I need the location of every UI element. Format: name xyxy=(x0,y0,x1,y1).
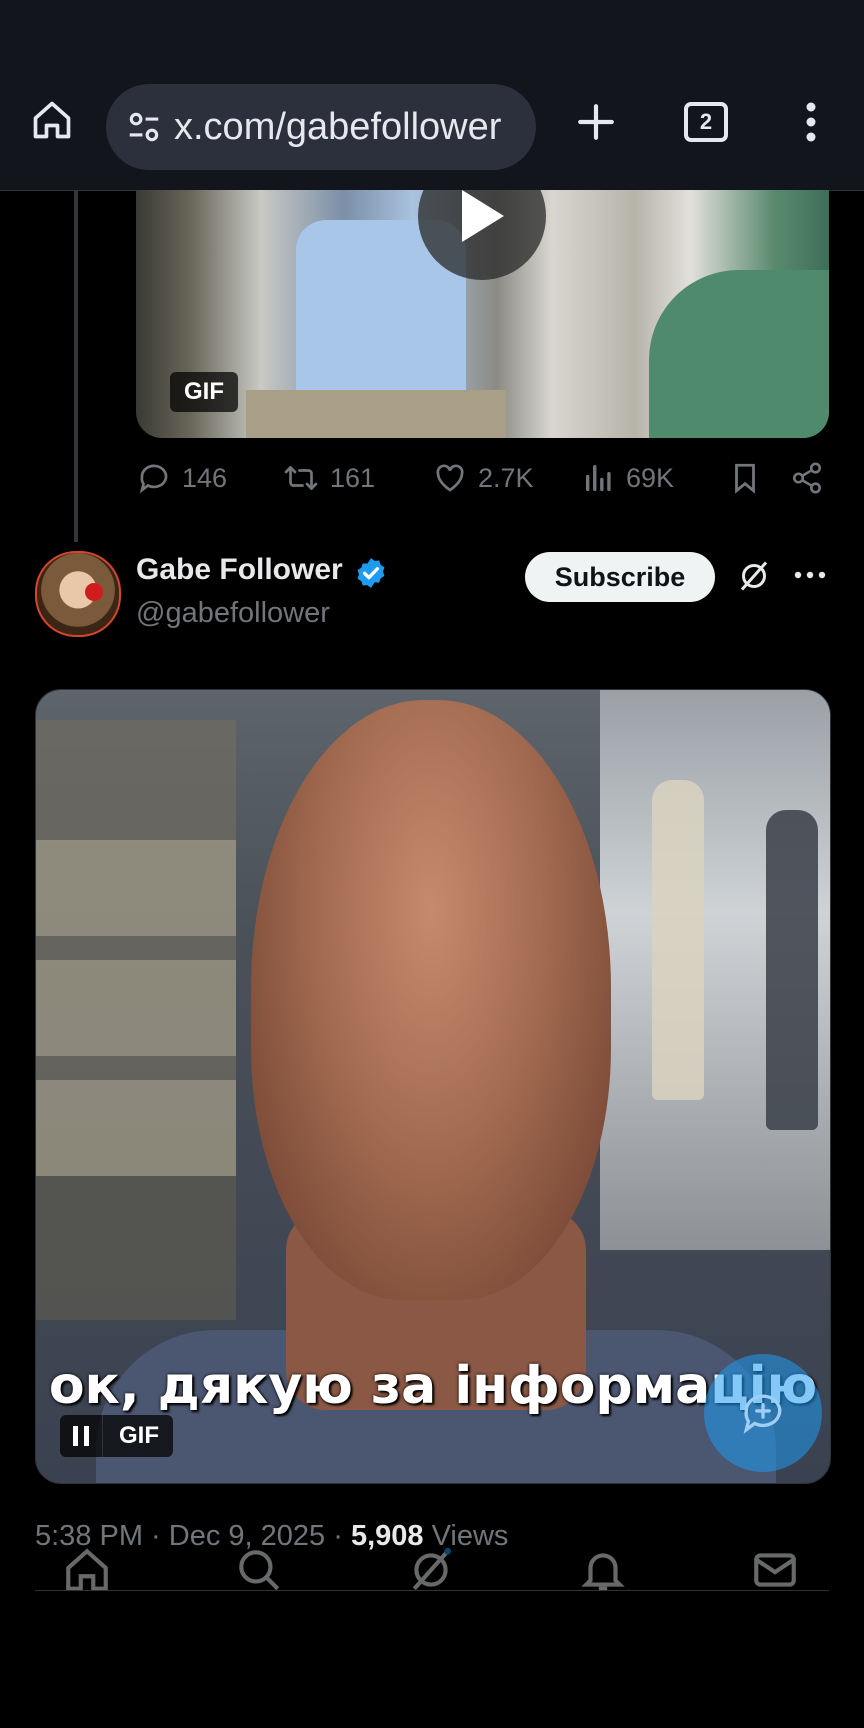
verified-badge-icon xyxy=(354,556,388,595)
nav-messages[interactable] xyxy=(750,1545,800,1600)
gif-badge-label: GIF xyxy=(184,378,224,405)
author-name[interactable]: Gabe Follower xyxy=(136,553,343,587)
nav-search[interactable] xyxy=(234,1545,284,1600)
new-tab-icon[interactable] xyxy=(572,98,620,146)
url-text: x.com/gabefollower xyxy=(174,105,502,148)
nav-grok[interactable] xyxy=(406,1545,456,1600)
share-icon xyxy=(792,462,822,494)
tweet-actions: 146 161 2.7K 69K xyxy=(136,460,836,510)
address-bar[interactable]: x.com/gabefollower xyxy=(106,84,536,170)
site-settings-icon[interactable] xyxy=(124,107,164,147)
reply-count: 146 xyxy=(182,462,228,493)
tab-count: 2 xyxy=(684,102,728,142)
thread-line xyxy=(74,190,78,542)
compose-icon xyxy=(743,1394,782,1434)
notifications-icon xyxy=(581,1553,625,1591)
bottom-nav xyxy=(0,1535,864,1607)
menu-icon[interactable] xyxy=(788,96,834,148)
home-icon[interactable] xyxy=(28,96,76,144)
avatar[interactable] xyxy=(35,551,121,637)
like-button[interactable]: 2.7K xyxy=(432,460,534,496)
nav-notifications[interactable] xyxy=(578,1545,628,1600)
bookmark-button[interactable] xyxy=(728,460,772,496)
grok-icon[interactable] xyxy=(734,556,774,596)
views-icon xyxy=(585,464,611,492)
browser-toolbar: x.com/gabefollower 2 xyxy=(0,56,864,191)
subscribe-button[interactable]: Subscribe xyxy=(525,552,715,602)
tweet-media-gif[interactable]: ок, дякую за інформацію GIF xyxy=(35,689,831,1484)
status-bar xyxy=(0,0,864,56)
repost-count: 161 xyxy=(330,462,376,493)
tabs-icon[interactable]: 2 xyxy=(682,98,730,146)
views-button[interactable]: 69K xyxy=(582,460,674,496)
pause-icon[interactable] xyxy=(60,1415,103,1457)
gif-controls[interactable]: GIF xyxy=(60,1415,173,1457)
prev-tweet-media[interactable]: GIF xyxy=(136,190,829,438)
share-button[interactable] xyxy=(790,460,834,496)
reply-button[interactable]: 146 xyxy=(136,460,227,496)
views-count: 69K xyxy=(626,462,675,493)
search-icon xyxy=(239,1550,280,1591)
repost-button[interactable]: 161 xyxy=(282,460,375,496)
bookmark-icon xyxy=(735,463,755,494)
more-icon[interactable] xyxy=(792,560,828,590)
divider xyxy=(35,1590,829,1591)
author-handle[interactable]: @gabefollower xyxy=(136,597,330,630)
like-icon xyxy=(436,464,464,492)
nav-home[interactable] xyxy=(62,1545,112,1600)
messages-icon xyxy=(754,1553,796,1587)
like-count: 2.7K xyxy=(478,462,534,493)
repost-icon xyxy=(284,466,318,490)
grok-icon xyxy=(412,1547,451,1591)
reply-icon xyxy=(139,464,168,494)
gif-badge-label: GIF xyxy=(119,1422,159,1449)
home-icon xyxy=(66,1548,108,1591)
gif-badge: GIF xyxy=(170,372,238,412)
compose-button[interactable] xyxy=(704,1354,822,1472)
